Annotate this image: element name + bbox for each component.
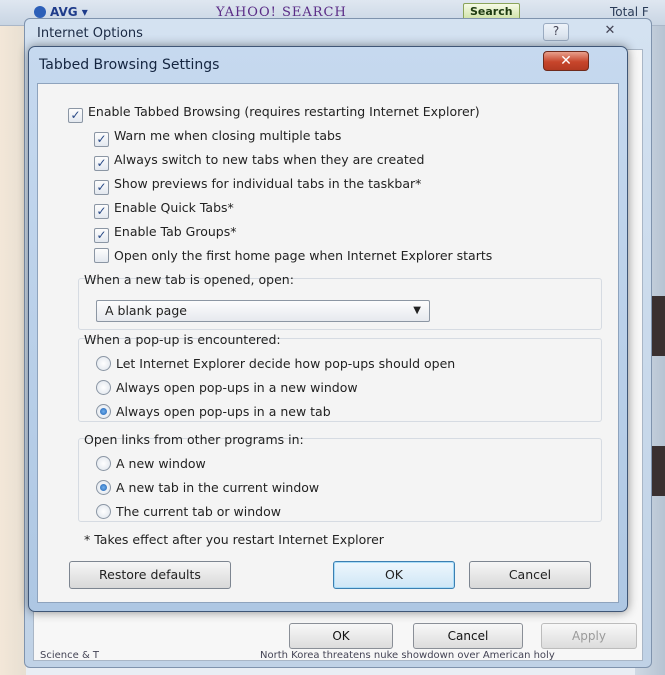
option-open-first-home-page[interactable]: Open only the first home page when Inter… bbox=[94, 246, 492, 266]
chevron-down-icon: ▼ bbox=[413, 305, 421, 316]
status-left-text: Science & T bbox=[40, 650, 100, 661]
popup-label: When a pop-up is encountered: bbox=[84, 332, 281, 347]
toolbar-total-label: Total F bbox=[610, 5, 649, 19]
internet-options-title: Internet Options bbox=[37, 26, 143, 41]
checkbox-icon bbox=[94, 248, 109, 263]
io-ok-button[interactable]: OK bbox=[289, 623, 393, 649]
dialog-ok-button[interactable]: OK bbox=[333, 561, 455, 589]
links-label: Open links from other programs in: bbox=[84, 432, 304, 447]
help-icon[interactable]: ? bbox=[543, 23, 569, 41]
links-option-current-tab[interactable]: The current tab or window bbox=[96, 502, 281, 522]
popup-option-new-tab[interactable]: Always open pop-ups in a new tab bbox=[96, 402, 331, 422]
background-page-left bbox=[0, 26, 26, 675]
checkbox-icon: ✓ bbox=[94, 156, 109, 171]
option-enable-tab-groups[interactable]: ✓ Enable Tab Groups* bbox=[94, 222, 237, 243]
dialog-title: Tabbed Browsing Settings bbox=[39, 57, 220, 73]
links-option-new-window[interactable]: A new window bbox=[96, 454, 206, 474]
option-warn-closing-tabs[interactable]: ✓ Warn me when closing multiple tabs bbox=[94, 126, 341, 147]
close-icon[interactable]: ✕ bbox=[597, 23, 623, 41]
new-tab-label: When a new tab is opened, open: bbox=[84, 272, 294, 287]
links-option-new-tab[interactable]: A new tab in the current window bbox=[96, 478, 319, 498]
avg-toolbar-button[interactable]: AVG ▾ bbox=[34, 5, 88, 19]
option-switch-new-tabs[interactable]: ✓ Always switch to new tabs when they are… bbox=[94, 150, 424, 171]
checkbox-icon: ✓ bbox=[94, 204, 109, 219]
dialog-content-panel: ✓ Enable Tabbed Browsing (requires restar… bbox=[37, 83, 619, 603]
radio-icon bbox=[96, 404, 111, 419]
popup-option-ie-decide[interactable]: Let Internet Explorer decide how pop-ups… bbox=[96, 354, 455, 374]
new-tab-dropdown[interactable]: A blank page ▼ bbox=[96, 300, 430, 322]
popup-option-new-window[interactable]: Always open pop-ups in a new window bbox=[96, 378, 358, 398]
radio-icon bbox=[96, 504, 111, 519]
footnote-text: * Takes effect after you restart Interne… bbox=[84, 532, 384, 547]
checkbox-icon: ✓ bbox=[68, 108, 83, 123]
dialog-cancel-button[interactable]: Cancel bbox=[469, 561, 591, 589]
option-show-previews[interactable]: ✓ Show previews for individual tabs in th… bbox=[94, 174, 421, 195]
tabbed-browsing-settings-dialog: Tabbed Browsing Settings ✕ ✓ Enable Tabbe… bbox=[28, 46, 628, 612]
restore-defaults-button[interactable]: Restore defaults bbox=[69, 561, 231, 589]
enable-tabbed-browsing-checkbox[interactable]: ✓ Enable Tabbed Browsing (requires restar… bbox=[68, 102, 480, 123]
radio-icon bbox=[96, 456, 111, 471]
radio-icon bbox=[96, 356, 111, 371]
dialog-close-icon[interactable]: ✕ bbox=[543, 51, 589, 71]
status-right-text: North Korea threatens nuke showdown over… bbox=[260, 650, 555, 661]
avg-logo-icon bbox=[34, 6, 46, 18]
option-enable-quick-tabs[interactable]: ✓ Enable Quick Tabs* bbox=[94, 198, 234, 219]
io-cancel-button[interactable]: Cancel bbox=[413, 623, 523, 649]
radio-icon bbox=[96, 380, 111, 395]
checkbox-icon: ✓ bbox=[94, 228, 109, 243]
radio-icon bbox=[96, 480, 111, 495]
checkbox-icon: ✓ bbox=[94, 132, 109, 147]
checkbox-icon: ✓ bbox=[94, 180, 109, 195]
io-apply-button[interactable]: Apply bbox=[541, 623, 637, 649]
